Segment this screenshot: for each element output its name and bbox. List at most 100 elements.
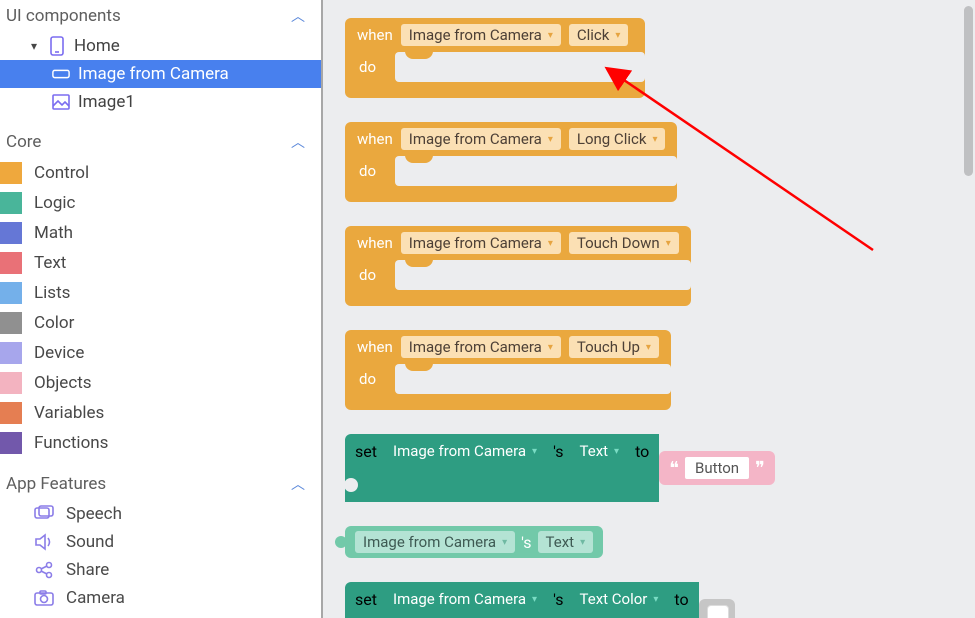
do-slot[interactable] <box>395 156 677 186</box>
color-swatch <box>0 372 22 394</box>
core-item-label: Text <box>34 253 66 273</box>
dropdown-triangle-icon: ▾ <box>615 30 620 41</box>
core-item-functions[interactable]: Functions <box>0 428 321 458</box>
block-set-text-color[interactable]: set Image from Camera▾ 's Text Color▾ to <box>345 582 699 618</box>
core-item-device[interactable]: Device <box>0 338 321 368</box>
scrollbar-vertical[interactable] <box>964 6 973 176</box>
core-item-label: Functions <box>34 433 108 453</box>
chevron-up-icon: ︿ <box>291 6 305 26</box>
speech-icon <box>34 505 54 523</box>
tree-item-home[interactable]: ▾ Home <box>0 32 321 60</box>
dropdown-event[interactable]: Click▾ <box>569 24 629 46</box>
do-slot[interactable] <box>395 52 645 82</box>
dropdown-triangle-icon: ▾ <box>548 134 553 145</box>
block-color-slot[interactable] <box>699 599 735 618</box>
dropdown-triangle-icon: ▾ <box>548 30 553 41</box>
caret-collapse-icon[interactable]: ▾ <box>28 39 40 53</box>
block-get-text[interactable]: Image from Camera▾ 's Text▾ <box>345 526 603 558</box>
feature-label: Camera <box>66 588 125 608</box>
core-item-objects[interactable]: Objects <box>0 368 321 398</box>
core-item-label: Control <box>34 163 89 183</box>
kw-do: do <box>345 52 395 98</box>
feature-camera[interactable]: Camera <box>0 584 321 612</box>
core-item-variables[interactable]: Variables <box>0 398 321 428</box>
dropdown-property[interactable]: Text▾ <box>572 440 628 462</box>
dropdown-event[interactable]: Long Click▾ <box>569 128 666 150</box>
core-item-logic[interactable]: Logic <box>0 188 321 218</box>
core-item-control[interactable]: Control <box>0 158 321 188</box>
core-item-text[interactable]: Text <box>0 248 321 278</box>
block-event-click[interactable]: when Image from Camera▾ Click▾ do <box>345 18 645 98</box>
section-label: Core <box>6 132 41 152</box>
dropdown-component[interactable]: Image from Camera▾ <box>401 336 561 358</box>
color-swatch <box>0 432 22 454</box>
core-item-lists[interactable]: Lists <box>0 278 321 308</box>
do-slot[interactable] <box>395 260 691 290</box>
dropdown-event[interactable]: Touch Up▾ <box>569 336 659 358</box>
dropdown-event[interactable]: Touch Down▾ <box>569 232 679 254</box>
color-swatch <box>0 192 22 214</box>
dropdown-triangle-icon: ▾ <box>532 594 537 605</box>
tree-item-label: Image1 <box>78 92 135 112</box>
tree-item-image1[interactable]: Image1 <box>0 88 321 116</box>
dropdown-triangle-icon: ▾ <box>548 342 553 353</box>
dropdown-triangle-icon: ▾ <box>502 537 507 548</box>
core-item-label: Objects <box>34 373 92 393</box>
color-swatch <box>0 342 22 364</box>
kw-do: do <box>345 156 395 202</box>
block-event-touch-down[interactable]: whenImage from Camera▾Touch Down▾do <box>345 226 691 306</box>
feature-label: Sound <box>66 532 114 552</box>
dropdown-triangle-icon: ▾ <box>653 594 658 605</box>
camera-icon <box>34 590 54 606</box>
dropdown-component[interactable]: Image from Camera▾ <box>385 588 545 610</box>
color-swatch <box>0 222 22 244</box>
dropdown-component[interactable]: Image from Camera▾ <box>401 232 561 254</box>
tree-item-label: Image from Camera <box>78 64 229 84</box>
block-event-long-click[interactable]: whenImage from Camera▾Long Click▾do <box>345 122 677 202</box>
share-icon <box>34 561 54 579</box>
dropdown-triangle-icon: ▾ <box>652 134 657 145</box>
color-swatch <box>0 402 22 424</box>
kw-s: 's <box>521 533 531 552</box>
blocks-canvas[interactable]: when Image from Camera▾ Click▾ do when Image … <box>323 0 975 618</box>
color-swatch <box>0 162 22 184</box>
section-core[interactable]: Core ︿ <box>0 126 321 158</box>
core-item-label: Math <box>34 223 73 243</box>
kw-s: 's <box>553 442 563 461</box>
color-value-chip[interactable] <box>707 605 729 618</box>
feature-sound[interactable]: Sound <box>0 528 321 556</box>
feature-speech[interactable]: Speech <box>0 500 321 528</box>
dropdown-component[interactable]: Image from Camera▾ <box>385 440 545 462</box>
core-item-math[interactable]: Math <box>0 218 321 248</box>
core-item-color[interactable]: Color <box>0 308 321 338</box>
dropdown-triangle-icon: ▾ <box>532 446 537 457</box>
socket-input[interactable] <box>345 468 363 502</box>
section-ui-components[interactable]: UI components ︿ <box>0 0 321 32</box>
quote-close-icon: ❞ <box>755 458 765 479</box>
phone-icon <box>48 36 66 56</box>
dropdown-property[interactable]: Text Color▾ <box>572 588 667 610</box>
feature-share[interactable]: Share <box>0 556 321 584</box>
block-event-touch-up[interactable]: when Image from Camera▾ Touch Up▾ do <box>345 330 671 410</box>
kw-to: to <box>635 442 649 461</box>
kw-when: when <box>357 338 393 356</box>
dropdown-component[interactable]: Image from Camera▾ <box>355 531 515 553</box>
kw-do: do <box>345 364 395 410</box>
section-label: UI components <box>6 6 121 26</box>
core-item-label: Variables <box>34 403 104 423</box>
text-literal-value[interactable]: Button <box>685 457 749 479</box>
dropdown-component[interactable]: Image from Camera▾ <box>401 24 561 46</box>
kw-when: when <box>357 26 393 44</box>
dropdown-triangle-icon: ▾ <box>646 342 651 353</box>
do-slot[interactable] <box>395 364 671 394</box>
section-app-features[interactable]: App Features ︿ <box>0 468 321 500</box>
block-text-literal[interactable]: ❝ Button ❞ <box>659 451 775 485</box>
core-item-label: Logic <box>34 193 75 213</box>
block-set-text[interactable]: set Image from Camera▾ 's Text▾ to <box>345 434 659 502</box>
sound-icon <box>34 533 54 551</box>
dropdown-property[interactable]: Text▾ <box>538 531 594 553</box>
tree-item-image-from-camera[interactable]: Image from Camera <box>0 60 321 88</box>
kw-to: to <box>674 590 688 609</box>
image-icon <box>52 94 70 110</box>
dropdown-component[interactable]: Image from Camera▾ <box>401 128 561 150</box>
